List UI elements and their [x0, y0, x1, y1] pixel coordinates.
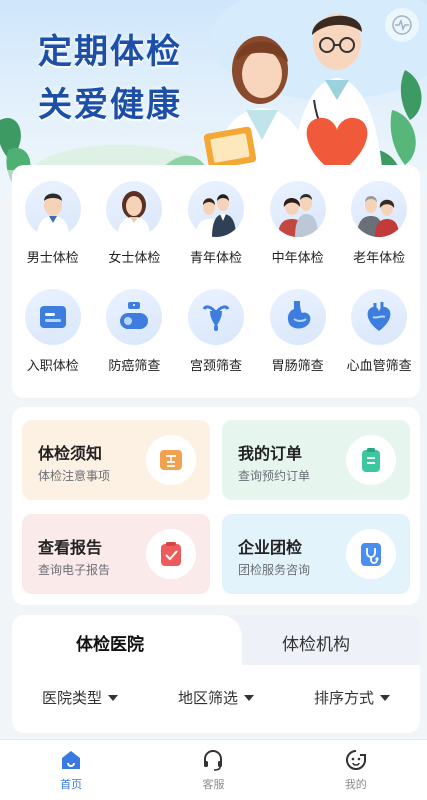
young-couple-icon [187, 181, 244, 237]
category-row: 入职体检 防癌筛查 宫颈筛查 胃肠筛查 心血管筛查 [12, 289, 420, 374]
nav-home[interactable]: 首页 [0, 740, 142, 800]
category-mens-checkup[interactable]: 男士体检 [12, 181, 94, 266]
filter-label: 医院类型 [41, 689, 102, 707]
health-toggle-button[interactable] [385, 8, 419, 42]
caret-down-icon [380, 694, 390, 701]
filter-label: 排序方式 [313, 689, 374, 707]
service-subtitle: 团检服务咨询 [238, 563, 311, 577]
category-label: 防癌筛查 [108, 359, 161, 374]
service-title: 我的订单 [238, 444, 303, 463]
nav-profile[interactable]: 我的 [285, 740, 427, 800]
category-row: 男士体检 女士体检 青年体检 中年体检 老年体检 [12, 181, 420, 266]
banner-title-line2: 关爱健康 [38, 85, 182, 125]
cancer-screen-icon [106, 289, 163, 345]
category-label: 心血管筛查 [346, 359, 412, 374]
caret-down-icon [244, 694, 254, 701]
profile-icon [345, 750, 366, 770]
stethoscope-icon [346, 529, 396, 579]
service-card: 体检须知 体检注意事项 我的订单 查询预约订单 查看报告 查询电子报告 企业团检… [12, 407, 420, 605]
nav-label: 首页 [60, 778, 83, 791]
service-subtitle: 查询电子报告 [38, 563, 111, 577]
notice-icon [146, 435, 196, 485]
headset-icon [204, 750, 223, 771]
order-icon [346, 435, 396, 485]
service-subtitle: 查询预约订单 [238, 469, 311, 483]
uterus-icon [187, 289, 244, 345]
category-womens-checkup[interactable]: 女士体检 [94, 181, 176, 266]
category-label: 老年体检 [353, 251, 406, 266]
nav-label: 我的 [344, 778, 367, 791]
service-checkup-notice[interactable]: 体检须知 体检注意事项 [22, 420, 210, 500]
id-card-icon [24, 289, 81, 345]
category-youth-checkup[interactable]: 青年体检 [175, 181, 257, 266]
nav-label: 客服 [202, 778, 225, 791]
bottom-nav: 首页 客服 我的 [0, 739, 427, 800]
nav-customer-service[interactable]: 客服 [142, 740, 284, 800]
category-cervical-screening[interactable]: 宫颈筛查 [175, 289, 257, 374]
category-employment-checkup[interactable]: 入职体检 [12, 289, 94, 374]
category-gi-screening[interactable]: 胃肠筛查 [257, 289, 339, 374]
category-label: 男士体检 [26, 251, 79, 266]
filter-sort[interactable]: 排序方式 [314, 687, 390, 708]
caret-down-icon [108, 694, 118, 701]
category-label: 胃肠筛查 [271, 359, 324, 374]
category-label: 中年体检 [271, 251, 324, 266]
heart-icon [351, 289, 408, 345]
hospital-tabs-panel: 体检医院 体检机构 医院类型 地区筛选 排序方式 [12, 615, 420, 733]
elderly-couple-icon [351, 181, 408, 237]
category-label: 入职体检 [26, 359, 79, 374]
tab-institutions[interactable]: 体检机构 [282, 630, 350, 655]
report-icon [146, 529, 196, 579]
service-title: 查看报告 [38, 538, 103, 557]
stomach-icon [269, 289, 326, 345]
filter-hospital-type[interactable]: 医院类型 [42, 687, 118, 708]
service-title: 体检须知 [38, 444, 103, 463]
service-my-orders[interactable]: 我的订单 查询预约订单 [222, 420, 410, 500]
man-doctor-icon [24, 181, 81, 237]
category-card: 男士体检 女士体检 青年体检 中年体检 老年体检 入职体检 防癌筛查 宫颈筛查 … [12, 165, 420, 398]
tab-hospitals[interactable]: 体检医院 [76, 630, 144, 655]
heartbeat-icon [392, 15, 412, 35]
middle-aged-couple-icon [269, 181, 326, 237]
category-cardio-screening[interactable]: 心血管筛查 [338, 289, 420, 374]
service-title: 企业团检 [238, 538, 303, 557]
filter-region[interactable]: 地区筛选 [178, 687, 254, 708]
filter-label: 地区筛选 [177, 689, 238, 707]
category-label: 宫颈筛查 [189, 359, 242, 374]
home-icon [62, 751, 81, 769]
service-group-checkup[interactable]: 企业团检 团检服务咨询 [222, 514, 410, 594]
category-label: 青年体检 [189, 251, 242, 266]
banner-title-line1: 定期体检 [38, 32, 182, 72]
category-cancer-screening[interactable]: 防癌筛查 [94, 289, 176, 374]
filter-bar: 医院类型 地区筛选 排序方式 [12, 687, 420, 708]
service-view-report[interactable]: 查看报告 查询电子报告 [22, 514, 210, 594]
category-middle-age-checkup[interactable]: 中年体检 [257, 181, 339, 266]
category-label: 女士体检 [108, 251, 161, 266]
category-elderly-checkup[interactable]: 老年体检 [338, 181, 420, 266]
woman-doctor-icon [106, 181, 163, 237]
service-subtitle: 体检注意事项 [38, 469, 111, 483]
